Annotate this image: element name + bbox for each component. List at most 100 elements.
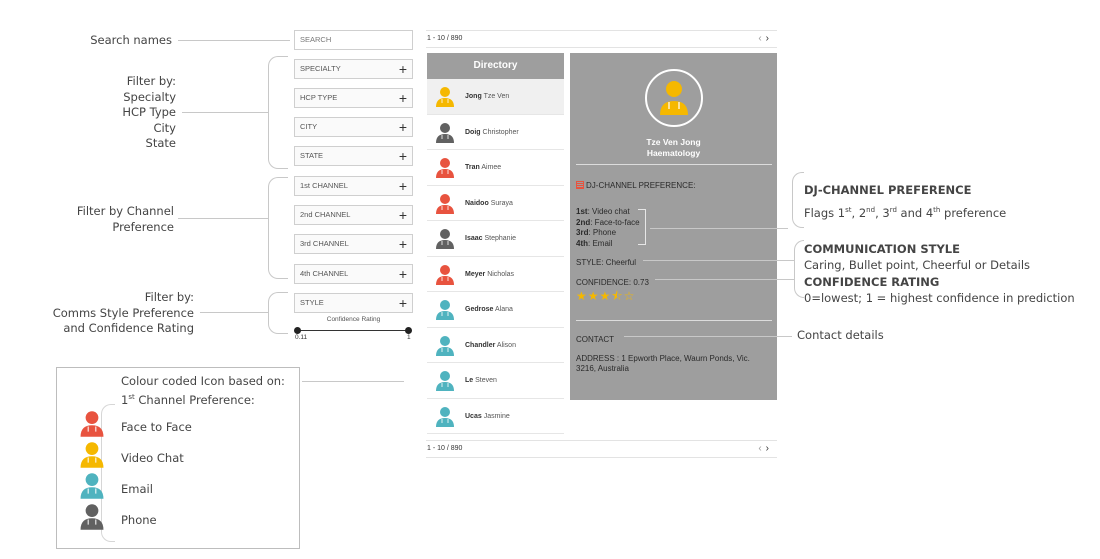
divider xyxy=(576,320,772,321)
directory-name: Isaac Stephanie xyxy=(465,235,517,242)
directory-row[interactable]: Tran Aimee xyxy=(427,150,564,186)
contact-annotation: Contact details xyxy=(797,328,884,342)
prev-page-button[interactable]: ‹ xyxy=(758,33,765,44)
divider xyxy=(576,164,772,165)
person-icon xyxy=(436,229,454,249)
comm-annotation-desc: Caring, Bullet point, Cheerful or Detail… xyxy=(804,258,1031,272)
next-page-button[interactable]: › xyxy=(766,443,773,454)
filter-4th-channel[interactable]: 4th CHANNEL + xyxy=(294,264,413,284)
pager-top: 1 - 10 / 890 ‹› xyxy=(426,30,777,48)
bracket-style xyxy=(794,240,804,298)
plus-icon[interactable]: + xyxy=(399,147,407,165)
legend-label: Phone xyxy=(121,513,157,527)
directory-row[interactable]: Doig Christopher xyxy=(427,114,564,150)
dj-annotation-desc: Flags 1st, 2nd, 3rd and 4th preference xyxy=(804,205,1007,220)
legend-label: Face to Face xyxy=(121,420,192,434)
legend-subtitle: 1st Channel Preference: xyxy=(121,392,255,407)
directory-name: Naidoo Suraya xyxy=(465,199,513,207)
person-icon xyxy=(436,335,454,356)
directory-row[interactable]: Meyer Nicholas xyxy=(427,256,564,292)
filter-label: CITY xyxy=(300,122,318,131)
plus-icon[interactable]: + xyxy=(399,265,407,283)
legend-label: Video Chat xyxy=(121,451,184,465)
style-row: STYLE: Cheerful xyxy=(576,258,637,267)
directory-row[interactable]: Isaac Stephanie xyxy=(427,221,564,257)
slider-max-handle[interactable] xyxy=(405,327,412,334)
avatar xyxy=(435,406,455,428)
filter-state[interactable]: STATE + xyxy=(294,146,413,166)
connector-filter-style xyxy=(200,312,268,313)
directory-row[interactable]: Le Steven xyxy=(427,363,564,399)
connector-contact xyxy=(624,336,792,337)
connector-legend xyxy=(302,381,404,382)
annotation-search-names: Search names xyxy=(90,33,172,47)
pager-range: 1 - 10 / 890 xyxy=(427,35,463,42)
bracket-filter-by xyxy=(268,56,288,169)
bracket-filter-channel xyxy=(268,177,288,279)
filter-style[interactable]: STYLE + xyxy=(294,293,413,313)
directory-list: Jong Tze Ven Doig Christopher Tran Aimee Na… xyxy=(427,79,564,434)
filter-2nd-channel[interactable]: 2nd CHANNEL + xyxy=(294,205,413,225)
legend-person-icon xyxy=(79,441,105,474)
directory-row[interactable]: Chandler Alison xyxy=(427,327,564,363)
address: ADDRESS : 1 Epworth Place, Waurn Ponds, … xyxy=(576,354,750,373)
avatar xyxy=(435,299,455,321)
plus-icon[interactable]: + xyxy=(399,118,407,136)
conf-annotation-desc: 0=lowest; 1 = highest confidence in pred… xyxy=(804,291,1075,305)
next-page-button[interactable]: › xyxy=(766,33,773,44)
comm-annotation-title: COMMUNICATION STYLE xyxy=(804,242,960,256)
plus-icon[interactable]: + xyxy=(399,177,407,195)
slider-min-handle[interactable] xyxy=(294,327,301,334)
legend-person-icon xyxy=(79,472,105,505)
plus-icon[interactable]: + xyxy=(399,60,407,78)
detail-specialty: Haematology xyxy=(646,148,701,158)
directory-row[interactable]: Gedrose Alana xyxy=(427,292,564,328)
confidence-row: CONFIDENCE: 0.73 xyxy=(576,278,649,287)
person-icon xyxy=(80,442,104,468)
filter-label: 4th CHANNEL xyxy=(300,269,349,278)
legend-person-icon xyxy=(79,503,105,536)
confidence-slider[interactable]: Confidence Rating 0.11 1 xyxy=(294,316,413,344)
directory-row[interactable]: Naidoo Suraya xyxy=(427,185,564,221)
search-input[interactable]: SEARCH xyxy=(294,30,413,50)
person-icon xyxy=(436,264,454,285)
filter-specialty[interactable]: SPECIALTY + xyxy=(294,59,413,79)
plus-icon[interactable]: + xyxy=(399,206,407,224)
connector-filter-by xyxy=(182,112,268,113)
avatar xyxy=(435,157,455,179)
directory-row[interactable]: Jong Tze Ven xyxy=(427,79,564,115)
filter-city[interactable]: CITY + xyxy=(294,117,413,137)
channel-row: 2nd: Face-to-face xyxy=(576,217,640,227)
person-icon xyxy=(436,406,454,427)
plus-icon[interactable]: + xyxy=(399,235,407,253)
avatar xyxy=(435,86,455,108)
filter-label: SPECIALTY xyxy=(300,64,341,73)
plus-icon[interactable]: + xyxy=(399,294,407,312)
filter-1st-channel[interactable]: 1st CHANNEL + xyxy=(294,176,413,196)
connector-confidence xyxy=(655,279,794,280)
avatar xyxy=(435,335,455,357)
slider-min-value: 0.11 xyxy=(295,334,308,341)
channel-bracket xyxy=(638,209,646,245)
person-icon xyxy=(80,504,104,530)
filter-label: 3rd CHANNEL xyxy=(300,239,349,248)
prev-page-button[interactable]: ‹ xyxy=(758,443,765,454)
dj-annotation-title: DJ-CHANNEL PREFERENCE xyxy=(804,183,972,197)
filter-3rd-channel[interactable]: 3rd CHANNEL + xyxy=(294,234,413,254)
filter-label: 2nd CHANNEL xyxy=(300,210,351,219)
conf-annotation-title: CONFIDENCE RATING xyxy=(804,275,940,289)
channel-row: 1st: Video chat xyxy=(576,207,630,216)
channel-row: 3rd: Phone xyxy=(576,228,617,237)
filter-label: STYLE xyxy=(300,298,324,307)
directory-row[interactable]: Ucas Jasmine xyxy=(427,398,564,434)
filter-hcp-type[interactable]: HCP TYPE + xyxy=(294,88,413,108)
person-icon xyxy=(436,371,454,391)
person-icon xyxy=(436,87,454,107)
plus-icon[interactable]: + xyxy=(399,89,407,107)
confidence-stars: ★★★⯪☆ xyxy=(576,289,636,303)
avatar xyxy=(435,370,455,392)
pager-range: 1 - 10 / 890 xyxy=(427,445,463,452)
bracket-filter-style xyxy=(268,292,288,334)
bracket-dj xyxy=(792,172,804,228)
connector-filter-channel xyxy=(178,218,268,219)
